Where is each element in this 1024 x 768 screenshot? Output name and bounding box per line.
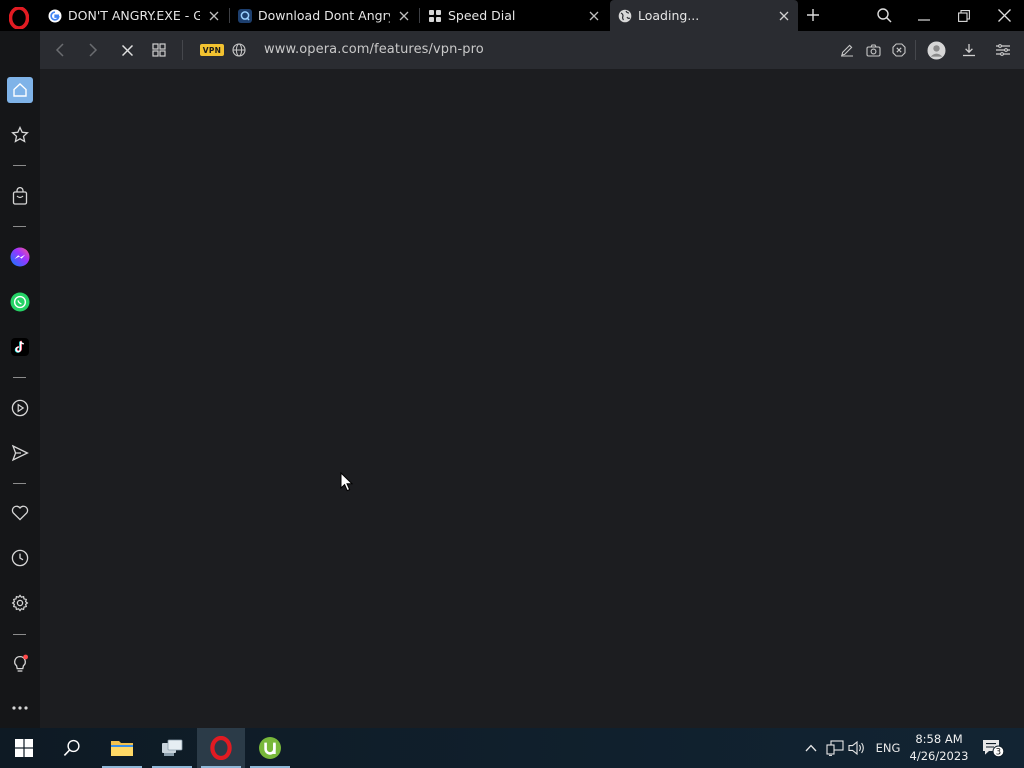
- tab-close-icon[interactable]: [206, 8, 222, 24]
- tab-title: DON'T ANGRY.EXE - Goo: [68, 8, 200, 23]
- send-icon[interactable]: [7, 440, 33, 466]
- snapshot-camera-icon[interactable]: [863, 40, 883, 60]
- network-app-icon[interactable]: [148, 728, 196, 768]
- mouse-pointer-icon: [340, 471, 354, 496]
- input-language-indicator[interactable]: ENG: [872, 728, 904, 768]
- address-toolbar: VPN www.opera.com/features/vpn-pro: [40, 31, 1024, 69]
- tab-title: Download Dont Angry! by: [258, 8, 390, 23]
- bookmarks-star-icon[interactable]: [7, 122, 33, 148]
- globe-icon: [618, 9, 632, 23]
- home-icon[interactable]: [7, 77, 33, 103]
- sidebar-divider: [13, 483, 26, 484]
- settings-gear-icon[interactable]: [7, 590, 33, 616]
- sidebar-divider: [13, 226, 26, 227]
- shopping-bag-icon[interactable]: [7, 183, 33, 209]
- easy-setup-menu-icon[interactable]: [993, 40, 1013, 60]
- tab-loading-active[interactable]: Loading...: [610, 0, 798, 31]
- tab-speed-dial[interactable]: Speed Dial: [420, 0, 608, 31]
- browser-window: DON'T ANGRY.EXE - Goo Download Dont Angr…: [0, 0, 1024, 768]
- tab-close-icon[interactable]: [396, 8, 412, 24]
- clock-time: 8:58 AM: [915, 732, 963, 746]
- messenger-icon[interactable]: [7, 244, 33, 270]
- page-content-loading: [40, 69, 1024, 728]
- taskbar-search-icon[interactable]: [48, 728, 96, 768]
- player-icon[interactable]: [7, 395, 33, 421]
- close-window-icon[interactable]: [984, 0, 1024, 31]
- sidebar-divider: [13, 377, 26, 378]
- tips-bulb-icon[interactable]: [7, 651, 33, 677]
- new-tab-plus-icon[interactable]: [803, 5, 823, 25]
- utorrent-icon[interactable]: [246, 728, 294, 768]
- minimize-window-icon[interactable]: [904, 0, 944, 31]
- tabs-grid-icon[interactable]: [149, 40, 169, 60]
- sidebar-divider: [13, 165, 26, 166]
- edit-pencil-icon[interactable]: [837, 40, 857, 60]
- show-hidden-icons-chevron-icon[interactable]: [800, 728, 822, 768]
- vpn-badge[interactable]: VPN: [200, 44, 224, 56]
- restore-window-icon[interactable]: [944, 0, 984, 31]
- clock-date: 4/26/2023: [909, 749, 969, 763]
- opera-sidebar: [0, 31, 40, 728]
- tab-close-icon[interactable]: [586, 8, 602, 24]
- tiktok-icon[interactable]: [7, 334, 33, 360]
- adblock-shield-icon[interactable]: [889, 40, 909, 60]
- tab-search-icon[interactable]: [864, 0, 904, 31]
- network-tray-icon[interactable]: [824, 728, 846, 768]
- action-center-notification-icon[interactable]: 3: [978, 728, 1008, 768]
- tab-strip: DON'T ANGRY.EXE - Goo Download Dont Angr…: [0, 0, 1024, 31]
- windows-start-icon[interactable]: [0, 728, 48, 768]
- opera-menu-logo-icon[interactable]: [6, 5, 32, 31]
- tab-dont-angry-google[interactable]: DON'T ANGRY.EXE - Goo: [40, 0, 228, 31]
- toolbar-divider: [182, 40, 183, 60]
- notification-count-badge: 3: [996, 748, 1001, 758]
- toolbar-divider: [915, 40, 916, 60]
- more-dots-icon[interactable]: [7, 695, 33, 721]
- back-chevron-icon[interactable]: [50, 40, 70, 60]
- speed-dial-icon: [428, 9, 442, 23]
- opera-taskbar-icon[interactable]: [197, 728, 245, 768]
- heart-icon[interactable]: [7, 500, 33, 526]
- stop-loading-x-icon[interactable]: [117, 40, 137, 60]
- address-url-field[interactable]: www.opera.com/features/vpn-pro: [264, 42, 484, 57]
- sidebar-divider: [13, 634, 26, 635]
- tab-close-icon[interactable]: [776, 8, 792, 24]
- profile-avatar-icon[interactable]: [926, 40, 946, 60]
- tab-download-dont-angry[interactable]: Download Dont Angry! by: [230, 0, 418, 31]
- windows-taskbar: ENG 8:58 AM 4/26/2023 3: [0, 728, 1024, 768]
- tab-title: Loading...: [638, 8, 700, 23]
- site-q-icon: [238, 8, 252, 23]
- site-info-globe-icon[interactable]: [229, 40, 249, 60]
- downloads-icon[interactable]: [959, 40, 979, 60]
- history-clock-icon[interactable]: [7, 545, 33, 571]
- google-icon: [48, 9, 62, 23]
- file-explorer-folder-icon[interactable]: [98, 728, 146, 768]
- system-clock[interactable]: 8:58 AM 4/26/2023: [905, 731, 973, 765]
- volume-speaker-icon[interactable]: [846, 728, 868, 768]
- forward-chevron-icon[interactable]: [83, 40, 103, 60]
- tab-title: Speed Dial: [448, 8, 516, 23]
- whatsapp-icon[interactable]: [7, 289, 33, 315]
